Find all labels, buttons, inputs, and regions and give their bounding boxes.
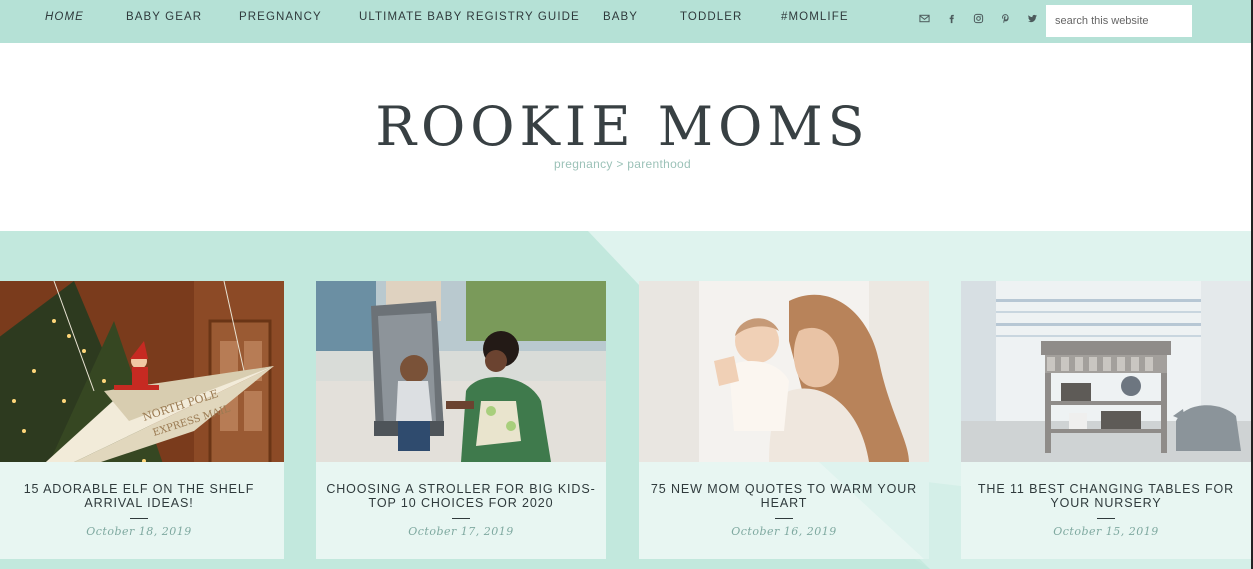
twitter-icon[interactable] xyxy=(1026,13,1038,25)
envelope-icon[interactable] xyxy=(918,13,930,25)
pinterest-icon[interactable] xyxy=(999,13,1011,25)
nav-item-home[interactable]: HOME xyxy=(45,11,84,23)
divider xyxy=(1097,518,1115,519)
nav-item-baby[interactable]: BABY xyxy=(603,11,638,23)
post-image-mom-baby[interactable] xyxy=(639,281,929,462)
post-card[interactable]: 75 NEW MOM QUOTES TO WARM YOUR HEART Oct… xyxy=(639,281,929,559)
post-card[interactable]: THE 11 BEST CHANGING TABLES FOR YOUR NUR… xyxy=(961,281,1251,559)
post-card[interactable]: NORTH POLE EXPRESS MAIL 15 ADORABLE ELF … xyxy=(0,281,284,559)
post-card-body: THE 11 BEST CHANGING TABLES FOR YOUR NUR… xyxy=(961,462,1251,559)
post-title[interactable]: 75 NEW MOM QUOTES TO WARM YOUR HEART xyxy=(649,482,919,510)
nav-item-registry-guide[interactable]: ULTIMATE BABY REGISTRY GUIDE xyxy=(359,11,580,23)
site-title[interactable]: ROOKIE MOMS xyxy=(0,95,1245,158)
divider xyxy=(452,518,470,519)
top-nav-bar: HOME BABY GEAR PREGNANCY ULTIMATE BABY R… xyxy=(0,0,1253,43)
post-title[interactable]: 15 ADORABLE ELF ON THE SHELF ARRIVAL IDE… xyxy=(4,482,274,510)
post-date: October 16, 2019 xyxy=(731,525,837,538)
post-image-elf-on-shelf[interactable]: NORTH POLE EXPRESS MAIL xyxy=(0,281,284,462)
nav-item-baby-gear[interactable]: BABY GEAR xyxy=(126,11,202,23)
post-image-stroller[interactable] xyxy=(316,281,606,462)
divider xyxy=(130,518,148,519)
post-date: October 17, 2019 xyxy=(408,525,514,538)
post-date: October 18, 2019 xyxy=(86,525,192,538)
instagram-icon[interactable] xyxy=(972,13,984,25)
facebook-icon[interactable] xyxy=(945,13,957,25)
post-card-body: CHOOSING A STROLLER FOR BIG KIDS- TOP 10… xyxy=(316,462,606,559)
site-tagline: pregnancy > parenthood xyxy=(553,157,692,171)
nav-item-momlife[interactable]: #MOMLIFE xyxy=(781,11,849,23)
post-card-body: 15 ADORABLE ELF ON THE SHELF ARRIVAL IDE… xyxy=(0,462,284,559)
nav-item-pregnancy[interactable]: PREGNANCY xyxy=(239,11,322,23)
post-title[interactable]: CHOOSING A STROLLER FOR BIG KIDS- TOP 10… xyxy=(326,482,596,510)
nav-item-toddler[interactable]: TODDLER xyxy=(680,11,742,23)
post-image-changing-table[interactable] xyxy=(961,281,1251,462)
post-title[interactable]: THE 11 BEST CHANGING TABLES FOR YOUR NUR… xyxy=(971,482,1241,510)
post-card[interactable]: CHOOSING A STROLLER FOR BIG KIDS- TOP 10… xyxy=(316,281,606,559)
post-card-body: 75 NEW MOM QUOTES TO WARM YOUR HEART Oct… xyxy=(639,462,929,559)
divider xyxy=(775,518,793,519)
search-input[interactable] xyxy=(1046,5,1192,37)
post-date: October 15, 2019 xyxy=(1053,525,1159,538)
